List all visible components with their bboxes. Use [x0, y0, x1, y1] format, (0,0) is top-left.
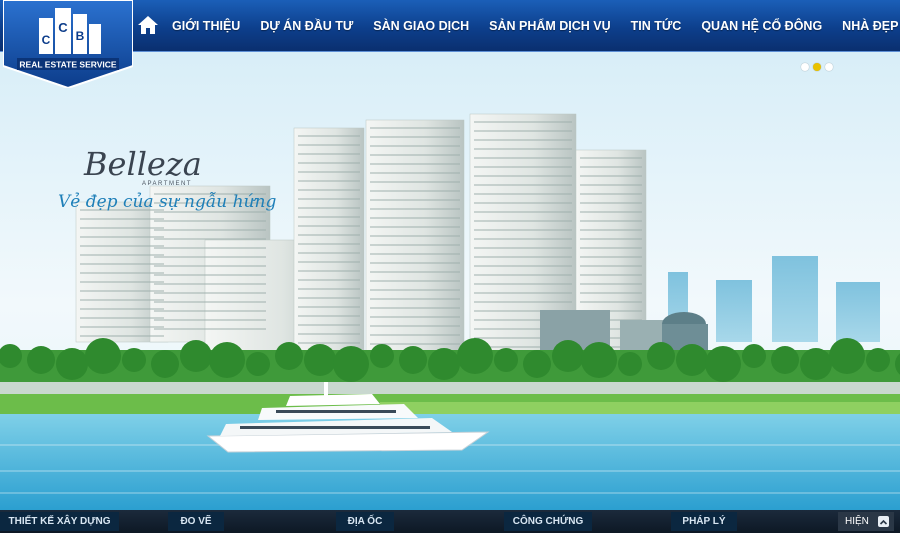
- bottom-links-bar: THIẾT KẾ XÂY DỰNG ĐO VẼ ĐỊA ỐC CÔNG CHỨN…: [0, 510, 900, 533]
- menu-item-nha-dep[interactable]: NHÀ ĐẸP: [832, 0, 900, 52]
- top-navigation-bar: GIỚI THIỆU DỰ ÁN ĐẦU TƯ SÀN GIAO DỊCH SẢ…: [0, 0, 900, 52]
- menu-item-gioi-thieu[interactable]: GIỚI THIỆU: [162, 0, 250, 52]
- menu-item-san-giao-dich[interactable]: SÀN GIAO DỊCH: [363, 0, 479, 52]
- show-label: HIỆN: [845, 516, 869, 527]
- slogan: Vẻ đẹp của sự ngẫu hứng: [58, 192, 277, 212]
- brand-name: Belleza: [84, 145, 202, 183]
- menu-item-san-pham-dich-vu[interactable]: SẢN PHẨM DỊCH VỤ: [479, 0, 621, 52]
- menu-item-tin-tuc[interactable]: TIN TỨC: [621, 0, 692, 52]
- chevron-up-icon: [878, 516, 889, 527]
- show-button[interactable]: HIỆN: [838, 512, 894, 531]
- brand-subtitle: APARTMENT: [142, 181, 192, 187]
- link-do-ve[interactable]: ĐO VẼ: [168, 512, 224, 531]
- svg-text:REAL ESTATE SERVICE: REAL ESTATE SERVICE: [19, 60, 116, 70]
- link-thiet-ke-xay-dung[interactable]: THIẾT KẾ XÂY DỰNG: [0, 512, 119, 531]
- svg-text:B: B: [76, 29, 85, 43]
- slider-dot[interactable]: [825, 63, 833, 71]
- slider-dot[interactable]: [801, 63, 809, 71]
- svg-text:C: C: [42, 33, 51, 47]
- menu-item-du-an-dau-tu[interactable]: DỰ ÁN ĐẦU TƯ: [250, 0, 363, 52]
- svg-text:C: C: [58, 20, 68, 35]
- home-icon[interactable]: [136, 13, 160, 37]
- link-cong-chung[interactable]: CÔNG CHỨNG: [504, 512, 592, 531]
- link-phap-ly[interactable]: PHÁP LÝ: [671, 512, 737, 531]
- hero-banner[interactable]: Belleza APARTMENT Vẻ đẹp của sự ngẫu hứn…: [0, 52, 900, 510]
- main-menu: GIỚI THIỆU DỰ ÁN ĐẦU TƯ SÀN GIAO DỊCH SẢ…: [162, 0, 900, 52]
- slider-pagination: [801, 63, 833, 71]
- menu-item-quan-he-co-dong[interactable]: QUAN HỆ CỔ ĐÔNG: [691, 0, 832, 52]
- project-brand: Belleza APARTMENT: [84, 145, 202, 187]
- link-dia-oc[interactable]: ĐỊA ỐC: [336, 512, 394, 531]
- company-logo[interactable]: C C B REAL ESTATE SERVICE: [2, 0, 134, 90]
- slider-dot-active[interactable]: [813, 63, 821, 71]
